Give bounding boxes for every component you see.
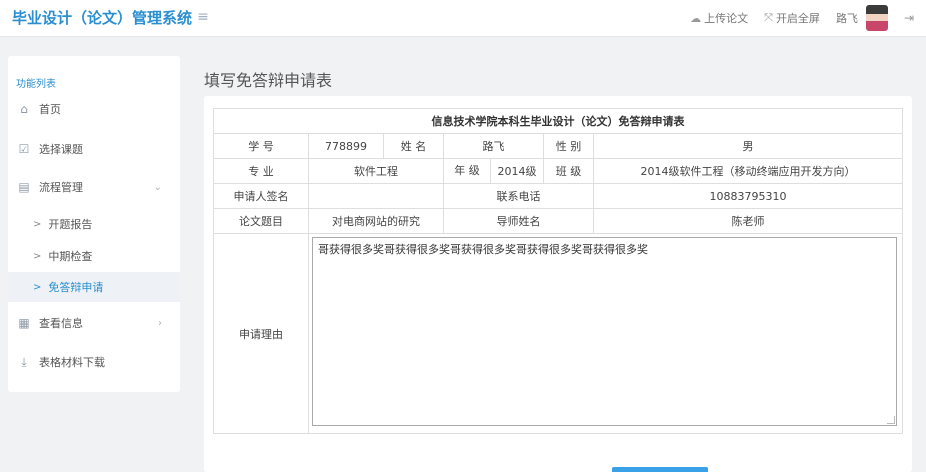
upload-label: 上传论文 bbox=[704, 12, 749, 25]
label-thesis-title: 论文题目 bbox=[213, 208, 309, 234]
fullscreen-icon: ⤧ bbox=[764, 11, 773, 24]
sidebar-item-label: 流程管理 bbox=[39, 181, 83, 194]
label-class: 班 级 bbox=[543, 158, 594, 184]
fullscreen-label: 开启全屏 bbox=[775, 12, 820, 25]
sidebar-item-label: 选择课题 bbox=[39, 143, 83, 156]
value-grade[interactable]: 2014级 bbox=[491, 163, 543, 179]
sidebar-item-label: 首页 bbox=[39, 103, 61, 116]
chevron-down-icon: ⌄ bbox=[153, 181, 162, 193]
resize-handle[interactable] bbox=[887, 416, 895, 424]
cloud-upload-icon: ☁ bbox=[690, 11, 702, 25]
chevron-right-icon: > bbox=[33, 218, 42, 230]
label-advisor: 导师姓名 bbox=[443, 208, 594, 234]
sidebar-item-label: 中期检查 bbox=[48, 250, 93, 263]
sidebar-item-label: 表格材料下载 bbox=[39, 356, 105, 369]
value-thesis-title[interactable]: 对电商网站的研究 bbox=[308, 208, 444, 234]
home-icon: ⌂ bbox=[20, 102, 28, 116]
file-icon: ▦ bbox=[18, 316, 30, 330]
form-title: 信息技术学院本科生毕业设计（论文）免答辩申请表 bbox=[212, 108, 904, 134]
label-student-id: 学 号 bbox=[213, 133, 309, 159]
label-grade: 年 级 bbox=[444, 159, 491, 183]
menu-icon[interactable]: ≡ bbox=[196, 9, 210, 25]
value-advisor[interactable]: 陈老师 bbox=[592, 208, 904, 234]
sidebar-item-label: 查看信息 bbox=[39, 317, 83, 330]
label-applicant-sign: 申请人签名 bbox=[213, 183, 309, 209]
user-name: 路飞 bbox=[835, 12, 858, 25]
reason-cell: 哥获得很多奖哥获得很多奖哥获得很多奖哥获得很多奖哥获得很多奖 bbox=[307, 233, 904, 434]
label-reason: 申请理由 bbox=[213, 233, 309, 434]
upload-thesis-link[interactable]: ☁ 上传论文 bbox=[690, 10, 748, 26]
value-major[interactable]: 软件工程 bbox=[308, 158, 444, 184]
page-title: 填写免答辩申请表 bbox=[204, 71, 333, 90]
sidebar-item-proposal[interactable]: > 开题报告 bbox=[8, 209, 180, 239]
top-bar: 毕业设计（论文）管理系统 ≡ ☁ 上传论文 ⤧ 开启全屏 路飞 ⇥ bbox=[0, 0, 926, 37]
sidebar-item-home[interactable]: ⌂ 首页 bbox=[8, 94, 180, 124]
form-card: 信息技术学院本科生毕业设计（论文）免答辩申请表 学 号 778899 姓 名 路… bbox=[204, 96, 912, 472]
value-name[interactable]: 路飞 bbox=[443, 133, 544, 159]
sidebar-item-label: 开题报告 bbox=[48, 218, 93, 231]
app-title[interactable]: 毕业设计（论文）管理系统 bbox=[12, 7, 192, 28]
value-student-id[interactable]: 778899 bbox=[308, 133, 384, 159]
sidebar-item-midterm[interactable]: > 中期检查 bbox=[8, 241, 180, 271]
sidebar-heading: 功能列表 bbox=[16, 79, 56, 90]
sidebar: 功能列表 ⌂ 首页 ☑ 选择课题 ▤ 流程管理 ⌄ > 开题报告 > 中期检查 … bbox=[8, 56, 180, 392]
checkbox-icon: ☑ bbox=[18, 142, 30, 156]
logout-icon[interactable]: ⇥ bbox=[904, 11, 914, 25]
label-gender: 性 别 bbox=[543, 133, 594, 159]
label-phone: 联系电话 bbox=[443, 183, 594, 209]
grade-cell: 年 级 2014级 bbox=[443, 158, 544, 184]
label-major: 专 业 bbox=[213, 158, 309, 184]
value-applicant-sign[interactable] bbox=[308, 183, 444, 209]
avatar[interactable] bbox=[865, 5, 888, 31]
reason-text: 哥获得很多奖哥获得很多奖哥获得很多奖哥获得很多奖哥获得很多奖 bbox=[318, 243, 648, 256]
chevron-right-icon: > bbox=[33, 281, 42, 293]
sidebar-item-label: 免答辩申请 bbox=[48, 281, 104, 294]
flow-icon: ▤ bbox=[18, 180, 30, 194]
chevron-right-icon: › bbox=[158, 317, 162, 329]
chevron-right-icon: > bbox=[33, 250, 42, 262]
fullscreen-link[interactable]: ⤧ 开启全屏 bbox=[764, 10, 820, 26]
value-phone[interactable]: 10883795310 bbox=[592, 183, 904, 209]
sidebar-item-download[interactable]: ⤓ 表格材料下载 bbox=[8, 347, 180, 377]
sidebar-item-select-topic[interactable]: ☑ 选择课题 bbox=[8, 134, 180, 164]
download-icon: ⤓ bbox=[21, 354, 27, 369]
sidebar-item-exemption[interactable]: > 免答辩申请 bbox=[8, 272, 180, 302]
label-name: 姓 名 bbox=[383, 133, 444, 159]
sidebar-item-flow-management[interactable]: ▤ 流程管理 ⌄ bbox=[8, 172, 180, 202]
value-gender[interactable]: 男 bbox=[592, 133, 904, 159]
user-menu[interactable]: 路飞 bbox=[836, 5, 888, 31]
top-actions: ☁ 上传论文 ⤧ 开启全屏 路飞 ⇥ bbox=[674, 0, 914, 36]
sidebar-item-view-info[interactable]: ▦ 查看信息 › bbox=[8, 308, 180, 338]
reason-textarea[interactable]: 哥获得很多奖哥获得很多奖哥获得很多奖哥获得很多奖哥获得很多奖 bbox=[312, 237, 897, 426]
application-form: 信息技术学院本科生毕业设计（论文）免答辩申请表 学 号 778899 姓 名 路… bbox=[212, 108, 904, 434]
submit-button[interactable] bbox=[612, 467, 708, 472]
value-class[interactable]: 2014级软件工程（移动终端应用开发方向） bbox=[592, 158, 904, 184]
